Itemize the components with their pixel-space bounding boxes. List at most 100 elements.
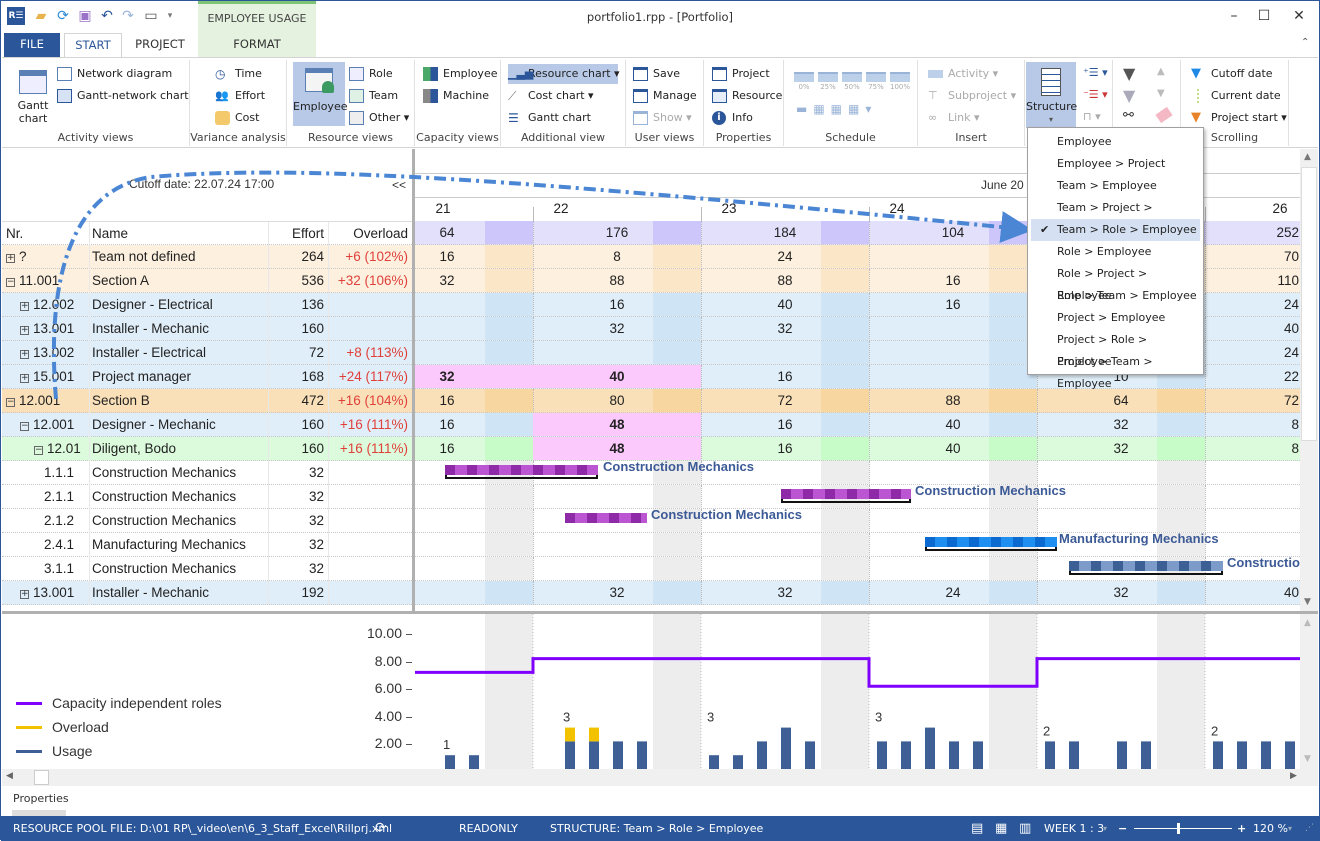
expand-icon[interactable]: + bbox=[20, 590, 29, 599]
project-properties-button[interactable]: Project bbox=[712, 64, 770, 84]
structure-menu-item[interactable]: Role > Employee bbox=[1031, 241, 1200, 263]
usage-cell[interactable]: 32 bbox=[587, 581, 647, 605]
table-row[interactable]: 2.1.2 Construction Mechanics 32 bbox=[2, 509, 412, 533]
scroll-current-date-button[interactable]: Current date bbox=[1191, 86, 1281, 106]
gantt-bar[interactable] bbox=[925, 537, 1057, 547]
insert-activity-button[interactable]: Activity ▾ bbox=[928, 64, 998, 84]
percent-complete-2-button[interactable]: 50% bbox=[842, 72, 862, 91]
table-row[interactable]: 3.1.1 Construction Mechanics 32 bbox=[2, 557, 412, 581]
view-chart-icon[interactable]: ▦ bbox=[995, 816, 1007, 841]
gantt-chart-addl-button[interactable]: ☰ Gantt chart bbox=[508, 108, 591, 128]
gantt-chart-button[interactable]: Gantt chart bbox=[10, 68, 56, 130]
resource-properties-button[interactable]: Resource bbox=[712, 86, 782, 106]
structure-button[interactable]: Structure ▾ bbox=[1026, 62, 1077, 128]
usage-cell[interactable]: 32 bbox=[1091, 581, 1151, 605]
collapse-icon[interactable]: − bbox=[34, 446, 43, 455]
percent-complete-0-button[interactable]: 0% bbox=[794, 72, 814, 91]
zoom-slider-thumb[interactable] bbox=[1177, 823, 1180, 834]
save-view-button[interactable]: Save bbox=[633, 64, 680, 84]
scroll-left-icon[interactable]: ◀ bbox=[6, 771, 13, 781]
structure-menu-item[interactable]: Employee > Project bbox=[1031, 153, 1200, 175]
usage-cell[interactable]: 40 bbox=[923, 437, 983, 461]
scroll-right-icon[interactable]: ▶ bbox=[1290, 771, 1297, 781]
minimize-button[interactable]: – bbox=[1219, 5, 1249, 27]
structure-menu-item[interactable]: Team > Employee bbox=[1031, 175, 1200, 197]
gantt-bar[interactable] bbox=[445, 465, 598, 475]
zoom-dropdown-icon[interactable]: ▾ bbox=[1288, 816, 1292, 841]
resize-grip-icon[interactable]: ⋰ bbox=[1305, 816, 1314, 841]
usage-cell[interactable]: 40 bbox=[1245, 581, 1299, 605]
tab-file[interactable]: FILE bbox=[4, 33, 60, 57]
find-binoculars-icon[interactable]: ⚯ bbox=[1123, 108, 1134, 123]
structure-menu-item[interactable]: Project > Team > Employee bbox=[1031, 351, 1200, 390]
sync-icon[interactable]: ⟳ bbox=[375, 816, 387, 841]
variance-effort-button[interactable]: 👥 Effort bbox=[215, 86, 265, 106]
usage-cell[interactable]: 16 bbox=[755, 437, 815, 461]
table-row[interactable]: 2.4.1 Manufacturing Mechanics 32 bbox=[2, 533, 412, 557]
scroll-down-icon[interactable]: ▼ bbox=[1304, 597, 1311, 607]
cost-chart-button[interactable]: ⟋ Cost chart ▾ bbox=[508, 86, 594, 106]
view-table-icon[interactable]: ▤ bbox=[971, 816, 983, 841]
other-view-button[interactable]: Other ▾ bbox=[349, 108, 409, 128]
percent-complete-3-button[interactable]: 75% bbox=[866, 72, 886, 91]
filter-icon[interactable]: ▼ bbox=[1123, 64, 1135, 83]
collapse-icon[interactable]: − bbox=[20, 422, 29, 431]
usage-cell[interactable]: 32 bbox=[1091, 437, 1151, 461]
zoom-slider[interactable] bbox=[1134, 828, 1232, 829]
schedule-tools-icons[interactable]: ▬▦▦▦▾ bbox=[796, 102, 877, 116]
network-diagram-button[interactable]: Network diagram bbox=[57, 64, 172, 84]
zoom-level[interactable]: 120 % bbox=[1253, 816, 1288, 841]
tab-format[interactable]: FORMAT bbox=[198, 33, 316, 57]
structure-menu-item[interactable]: Team > Project > Employee bbox=[1031, 197, 1200, 236]
gantt-network-button[interactable]: Gantt-network chart bbox=[57, 86, 189, 106]
chart-scroll-down-icon[interactable]: ▼ bbox=[1304, 754, 1311, 764]
table-row[interactable]: −12.01 Diligent, Bodo 160 +16 (111%) bbox=[2, 437, 412, 461]
team-view-button[interactable]: Team bbox=[349, 86, 398, 106]
table-row[interactable]: +13.001 Installer - Mechanic 192 bbox=[2, 581, 412, 605]
usage-cell[interactable]: 16 bbox=[417, 437, 477, 461]
close-button[interactable]: ✕ bbox=[1284, 5, 1314, 27]
structure-menu-item[interactable]: Employee bbox=[1031, 131, 1200, 153]
variance-time-button[interactable]: ◷ Time bbox=[215, 64, 262, 84]
maximize-button[interactable]: ☐ bbox=[1249, 5, 1279, 27]
chart-vertical-scrollbar[interactable]: ▲ ▼ bbox=[1300, 614, 1318, 769]
role-view-button[interactable]: Role bbox=[349, 64, 393, 84]
percent-complete-1-button[interactable]: 25% bbox=[818, 72, 838, 91]
variance-cost-button[interactable]: Cost bbox=[215, 108, 259, 128]
week-dropdown-icon[interactable]: ▾ bbox=[1103, 816, 1107, 841]
clear-filter-icon[interactable]: ▼ bbox=[1123, 86, 1135, 105]
insert-link-button[interactable]: ∞ Link ▾ bbox=[928, 108, 980, 128]
resource-chart-button[interactable]: ▁▃▅ Resource chart ▾ bbox=[508, 64, 620, 84]
week-scale[interactable]: WEEK 1 : 3 bbox=[1044, 816, 1104, 841]
scroll-project-start-button[interactable]: ▼ Project start ▾ bbox=[1191, 108, 1287, 128]
structure-menu-item[interactable]: Role > Project > Employee bbox=[1031, 263, 1200, 302]
structure-menu-item[interactable]: Project > Role > Employee bbox=[1031, 329, 1200, 368]
manage-views-button[interactable]: Manage bbox=[633, 86, 697, 106]
gantt-bar[interactable] bbox=[1069, 561, 1223, 571]
gantt-bar[interactable] bbox=[565, 513, 647, 523]
hscroll-thumb[interactable] bbox=[34, 770, 49, 785]
structure-menu-item[interactable]: Project > Employee bbox=[1031, 307, 1200, 329]
chart-scroll-up-icon[interactable]: ▲ bbox=[1304, 618, 1311, 628]
usage-cell[interactable]: 32 bbox=[755, 581, 815, 605]
table-row[interactable]: 2.1.1 Construction Mechanics 32 bbox=[2, 485, 412, 509]
percent-complete-4-button[interactable]: 100% bbox=[890, 72, 910, 91]
usage-cell[interactable]: 24 bbox=[923, 581, 983, 605]
structure-menu-item[interactable]: ✔ Team > Role > Employee bbox=[1031, 219, 1200, 241]
show-view-button[interactable]: Show ▾ bbox=[633, 108, 692, 128]
indent-icon[interactable]: ⊓ ▾ bbox=[1083, 110, 1101, 123]
insert-subproject-button[interactable]: ⊤ Subproject ▾ bbox=[928, 86, 1016, 106]
move-up-icon[interactable]: ▲ bbox=[1157, 66, 1165, 77]
horizontal-scrollbar[interactable]: ◀ ▶ bbox=[2, 769, 1318, 786]
employee-view-button[interactable]: Employee bbox=[293, 62, 347, 126]
collapse-level-icon[interactable]: ⁻☰ ▾ bbox=[1083, 88, 1108, 101]
properties-label[interactable]: Properties bbox=[13, 792, 69, 805]
gantt-bar[interactable] bbox=[781, 489, 911, 499]
expand-level-icon[interactable]: ⁺☰ ▾ bbox=[1083, 66, 1108, 79]
structure-menu-item[interactable]: Role > Team > Employee bbox=[1031, 285, 1200, 307]
table-row[interactable]: 1.1.1 Construction Mechanics 32 bbox=[2, 461, 412, 485]
view-resource-icon[interactable]: ▥ bbox=[1019, 816, 1031, 841]
zoom-out-button[interactable]: − bbox=[1118, 816, 1127, 841]
usage-cell[interactable] bbox=[417, 581, 477, 605]
capacity-machine-button[interactable]: Machine bbox=[423, 86, 489, 106]
